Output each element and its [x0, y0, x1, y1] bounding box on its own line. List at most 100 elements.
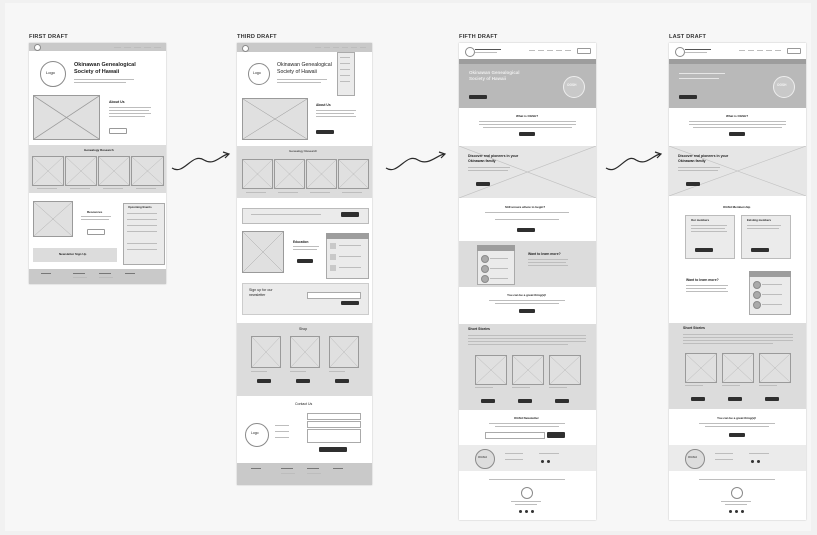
events-panel-header — [326, 233, 369, 239]
design-canvas: FIRST DRAFT THIRD DRAFT FIFTH DRAFT LAST… — [0, 0, 817, 535]
story-read-1[interactable] — [481, 399, 495, 403]
resources-button[interactable] — [87, 229, 105, 235]
nav-join-button[interactable] — [577, 48, 591, 54]
members-button[interactable] — [695, 248, 713, 252]
newsletter-input[interactable] — [485, 432, 545, 439]
give-button[interactable] — [729, 433, 745, 437]
story-card-3[interactable] — [759, 353, 791, 383]
about-button[interactable] — [316, 130, 334, 134]
existing-button[interactable] — [751, 248, 769, 252]
callout-button[interactable] — [341, 212, 359, 217]
hero-title-1: Okinawan Genealogical — [74, 62, 136, 68]
draft-label-third: THIRD DRAFT — [237, 34, 277, 40]
footer — [237, 463, 372, 485]
research-card-4[interactable] — [131, 156, 164, 186]
footer-social-icon-1[interactable] — [729, 510, 732, 513]
research-card-1[interactable] — [242, 159, 273, 189]
nav-dropdown[interactable] — [337, 52, 355, 96]
about-heading: About Us — [316, 103, 331, 107]
footer-social-icon-3[interactable] — [531, 510, 534, 513]
footer-social-icon-2[interactable] — [735, 510, 738, 513]
shop-heading: Shop — [299, 327, 308, 331]
social-icon-1[interactable] — [541, 460, 544, 463]
existing-col-heading: Existing members — [747, 218, 772, 222]
story-card-3[interactable] — [549, 355, 581, 385]
footer-social-icon-3[interactable] — [741, 510, 744, 513]
nav-logo[interactable] — [465, 47, 475, 57]
story-read-3[interactable] — [765, 397, 779, 401]
footer-seal-text: OGSH — [478, 455, 487, 459]
story-card-1[interactable] — [475, 355, 507, 385]
research-card-3[interactable] — [306, 159, 337, 189]
contact-submit-button[interactable] — [319, 447, 347, 452]
hero-logo-text: Logo — [46, 70, 55, 75]
signup-email-input[interactable] — [307, 292, 361, 299]
draft-label-first: FIRST DRAFT — [29, 34, 68, 40]
hero-seal-text: OGSH — [777, 83, 787, 87]
give-heading: You can be a great thing(s)! — [717, 416, 757, 420]
discover-button[interactable] — [476, 182, 490, 186]
contact-heading: Contact Us — [295, 402, 313, 406]
story-card-1[interactable] — [685, 353, 717, 383]
stories-heading: Short Stories — [683, 326, 705, 330]
social-icon-1[interactable] — [751, 460, 754, 463]
story-read-3[interactable] — [555, 399, 569, 403]
signup-button[interactable] — [341, 301, 359, 305]
third-draft-frame[interactable]: Logo Okinawan Genealogical Society of Ha… — [237, 43, 372, 485]
footer-social-icon-1[interactable] — [519, 510, 522, 513]
contact-email-input[interactable] — [307, 421, 361, 428]
shop-item-2[interactable] — [290, 336, 320, 368]
social-icon-2[interactable] — [547, 460, 550, 463]
what-button[interactable] — [519, 132, 535, 136]
footer-logo — [731, 487, 743, 499]
hero-button[interactable] — [679, 95, 697, 99]
stories-heading: Short Stories — [468, 327, 490, 331]
newsletter-heading: OGSH Newsletter — [514, 416, 539, 420]
research-heading: Genealogy Research — [84, 148, 114, 152]
shop-item-1[interactable] — [251, 336, 281, 368]
events-heading: Upcoming Events — [128, 205, 152, 209]
education-button[interactable] — [297, 259, 313, 263]
shop-item-3[interactable] — [329, 336, 359, 368]
nav-logo[interactable] — [675, 47, 685, 57]
hero-title-1: Okinawan Genealogical — [469, 70, 520, 75]
nav-join-button[interactable] — [787, 48, 801, 54]
story-card-2[interactable] — [722, 353, 754, 383]
discover-button[interactable] — [686, 182, 700, 186]
about-button[interactable] — [109, 128, 127, 134]
research-card-2[interactable] — [65, 156, 97, 186]
newsletter-button[interactable] — [547, 432, 565, 438]
story-read-2[interactable] — [518, 399, 532, 403]
social-icon-2[interactable] — [757, 460, 760, 463]
nav-logo[interactable] — [34, 44, 41, 51]
footer-logo — [521, 487, 533, 499]
contact-message-input[interactable] — [307, 429, 361, 443]
story-read-2[interactable] — [728, 397, 742, 401]
story-read-1[interactable] — [691, 397, 705, 401]
contact-name-input[interactable] — [307, 413, 361, 420]
what-heading: What is OGSH? — [516, 114, 539, 118]
research-card-1[interactable] — [32, 156, 64, 186]
first-draft-frame[interactable]: Logo Okinawan Genealogical Society of Ha… — [29, 43, 166, 284]
shop-buy-2[interactable] — [296, 379, 310, 383]
research-card-3[interactable] — [98, 156, 130, 186]
nav-logo[interactable] — [242, 45, 249, 52]
research-card-2[interactable] — [274, 159, 305, 189]
footer-social-icon-2[interactable] — [525, 510, 528, 513]
start-heading: Still unsure where to begin? — [505, 205, 546, 209]
give-button[interactable] — [519, 309, 535, 313]
fifth-draft-frame[interactable]: Okinawan Genealogical Society of Hawaii … — [459, 43, 596, 520]
arrow-fifth-to-last-icon — [605, 151, 663, 171]
contact-logo-text: Logo — [251, 431, 259, 435]
last-draft-frame[interactable]: OGSH What is OGSH? Discover real pioneer… — [669, 43, 806, 520]
shop-buy-3[interactable] — [335, 379, 349, 383]
story-card-2[interactable] — [512, 355, 544, 385]
discover-heading-2: Okinawan family — [678, 159, 706, 163]
hero-button[interactable] — [469, 95, 487, 99]
research-card-4[interactable] — [338, 159, 369, 189]
what-button[interactable] — [729, 132, 745, 136]
give-heading: You can be a great thing(s)! — [507, 293, 547, 297]
hero-seal-text: OGSH — [567, 83, 577, 87]
shop-buy-1[interactable] — [257, 379, 271, 383]
start-button[interactable] — [517, 228, 535, 232]
